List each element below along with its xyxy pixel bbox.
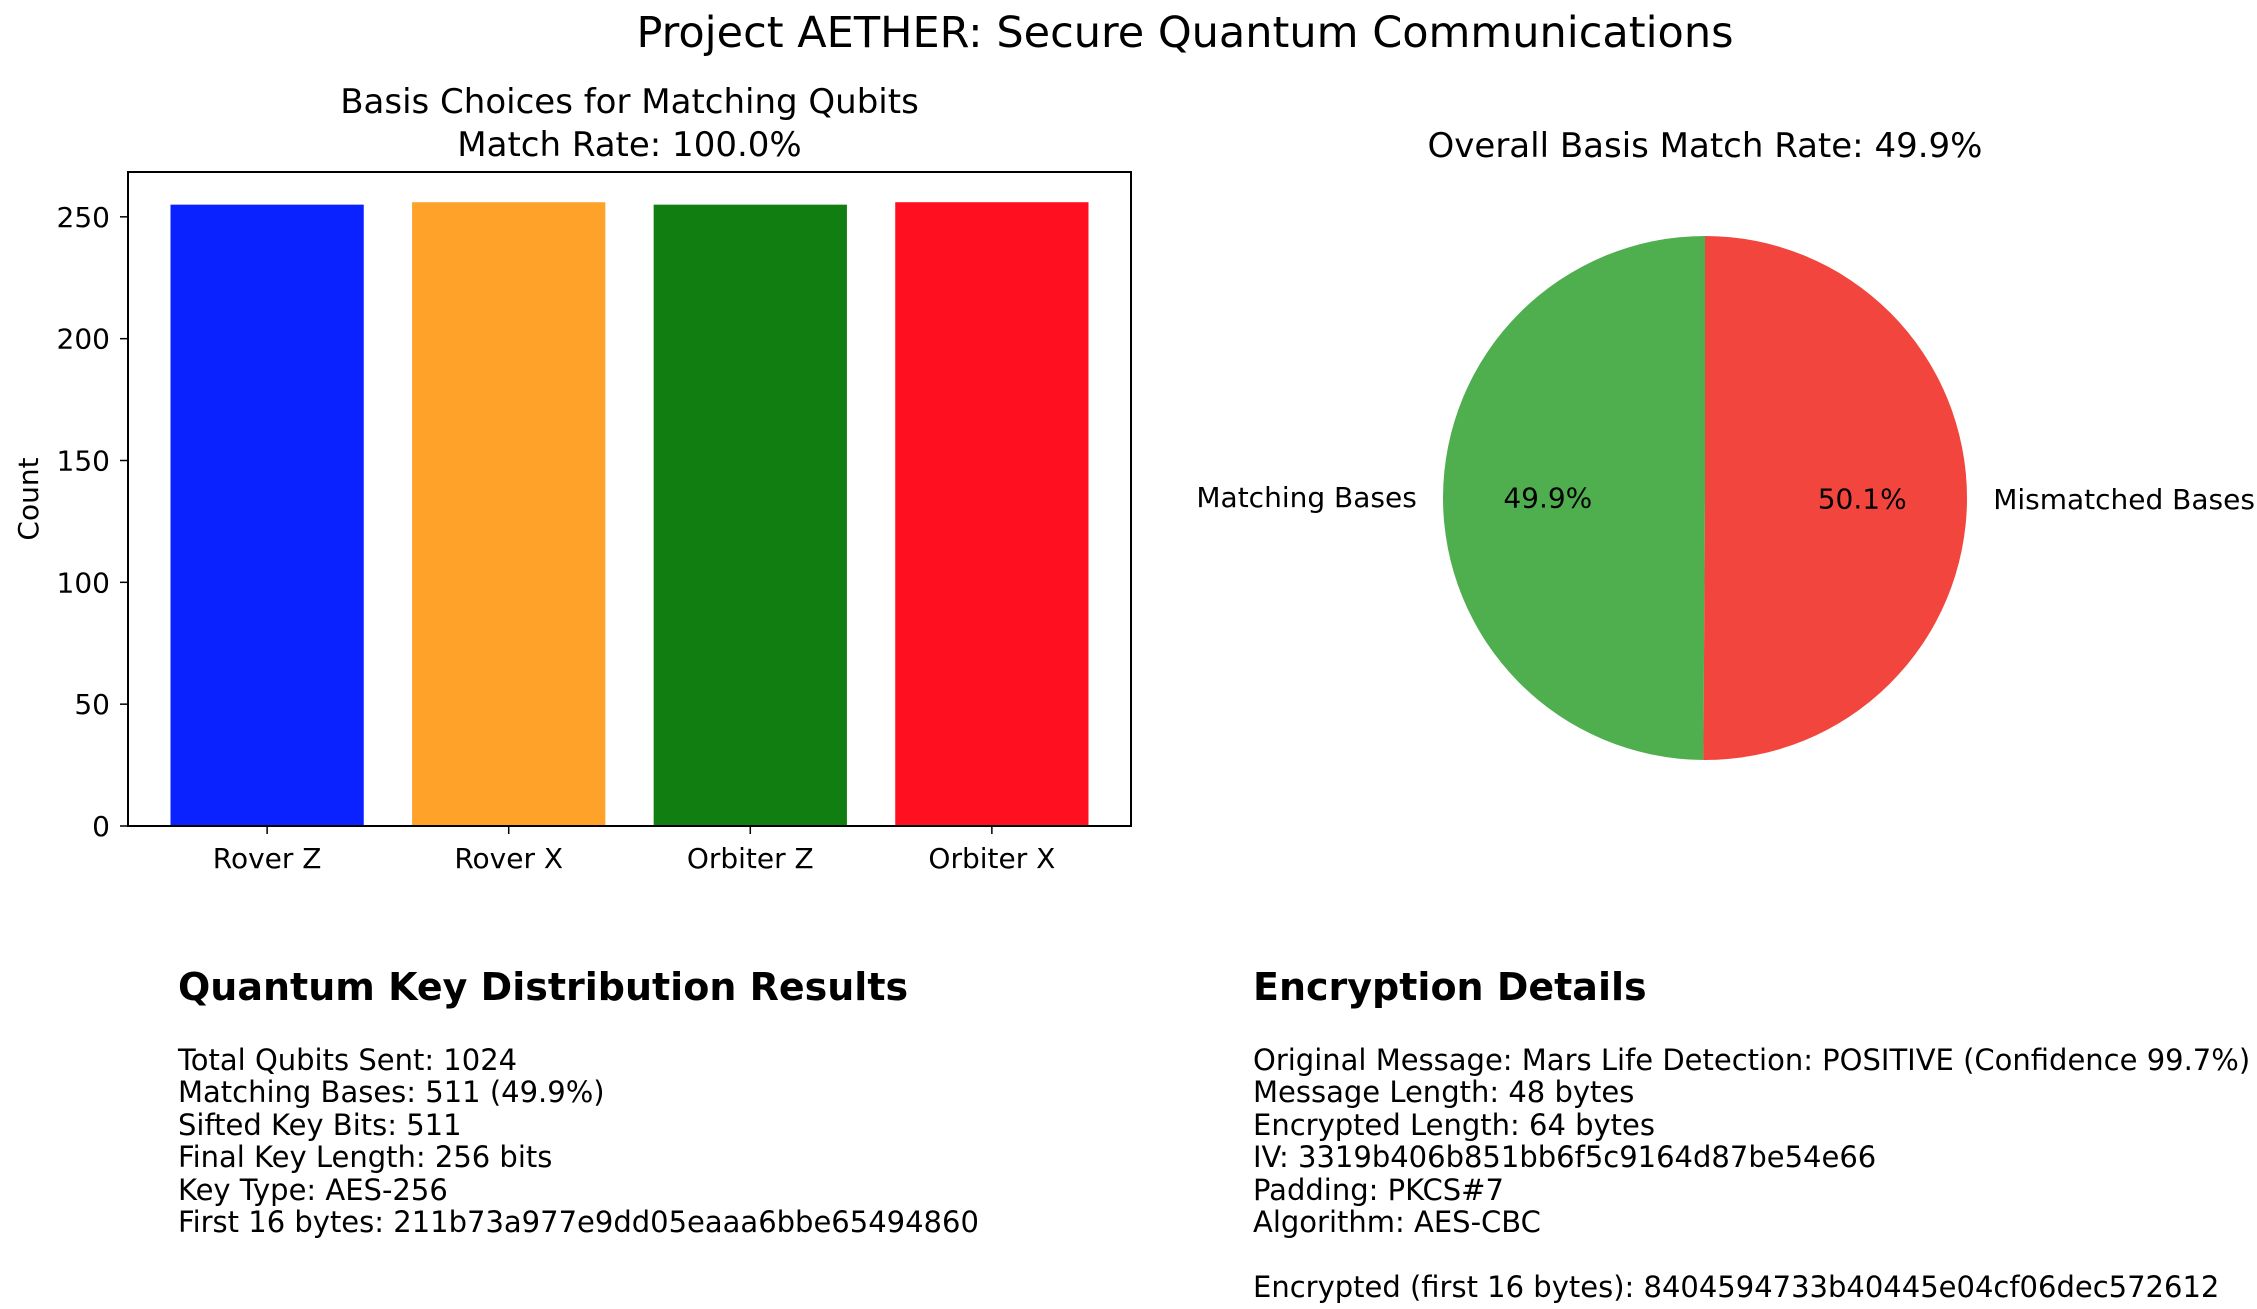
x-tick-label: Rover X: [454, 842, 563, 875]
pie-chart: Overall Basis Match Rate: 49.9% 49.9% Matc…: [1196, 126, 2255, 760]
bar-chart: Basis Choices for Matching QubitsMatch R…: [12, 82, 1132, 875]
pie-slice-label: Mismatched Bases: [1993, 483, 2255, 516]
y-tick-label: 200: [57, 323, 110, 356]
bar-chart-title: Basis Choices for Matching Qubits: [340, 82, 919, 122]
encryption-line: Encrypted Length: 64 bytes: [1253, 1107, 1656, 1142]
bar: [653, 204, 847, 827]
y-tick-label: 50: [74, 688, 110, 721]
bar: [412, 202, 606, 826]
encryption-details-heading: Encryption Details: [1253, 965, 1647, 1009]
bar: [170, 204, 364, 827]
qkd-line: First 16 bytes: 211b73a977e9dd05eaaa6bbe…: [178, 1205, 979, 1240]
encryption-line: Message Length: 48 bytes: [1253, 1075, 1635, 1110]
bar-chart-title: Match Rate: 100.0%: [457, 125, 801, 165]
y-tick-label: 100: [57, 566, 110, 599]
qkd-results-lines: Total Qubits Sent: 1024 Matching Bases: …: [178, 1044, 979, 1239]
x-tick-label: Orbiter X: [928, 842, 1055, 875]
qkd-line: Sifted Key Bits: 511: [178, 1107, 462, 1142]
y-tick-label: 250: [57, 201, 110, 234]
encryption-details-panel: Encryption Details Original Message: Mar…: [1253, 965, 2250, 1304]
encryption-line: Padding: PKCS#7: [1253, 1172, 1504, 1207]
x-tick-label: Rover Z: [213, 842, 322, 875]
y-axis-label: Count: [12, 457, 45, 540]
x-tick-label: Orbiter Z: [687, 842, 814, 875]
encryption-line: Algorithm: AES-CBC: [1253, 1205, 1541, 1240]
pie-pct-label: 49.9%: [1503, 482, 1592, 515]
encryption-line: Original Message: Mars Life Detection: P…: [1253, 1042, 2251, 1077]
pie-slice-label: Matching Bases: [1196, 481, 1416, 514]
pie-chart-title: Overall Basis Match Rate: 49.9%: [1428, 126, 1983, 166]
encryption-spacer: [1253, 1239, 2250, 1272]
encrypted-bytes-line: Encrypted (first 16 bytes): 8404594733b4…: [1253, 1270, 2220, 1305]
figure-title: Project AETHER: Secure Quantum Communica…: [636, 8, 1733, 58]
qkd-line: Matching Bases: 511 (49.9%): [178, 1075, 605, 1110]
qkd-results-heading: Quantum Key Distribution Results: [178, 965, 909, 1009]
y-tick-label: 150: [57, 445, 110, 478]
encryption-line: IV: 3319b406b851bb6f5c9164d87be54e66: [1253, 1140, 1877, 1175]
bar: [895, 202, 1089, 826]
pie-pct-label: 50.1%: [1818, 482, 1907, 515]
qkd-line: Total Qubits Sent: 1024: [178, 1042, 518, 1077]
y-tick-label: 0: [92, 810, 110, 843]
qkd-line: Final Key Length: 256 bits: [178, 1140, 553, 1175]
encryption-details-lines: Original Message: Mars Life Detection: P…: [1253, 1044, 2250, 1304]
qkd-results-panel: Quantum Key Distribution Results Total Q…: [178, 965, 979, 1239]
qkd-line: Key Type: AES-256: [178, 1172, 448, 1207]
